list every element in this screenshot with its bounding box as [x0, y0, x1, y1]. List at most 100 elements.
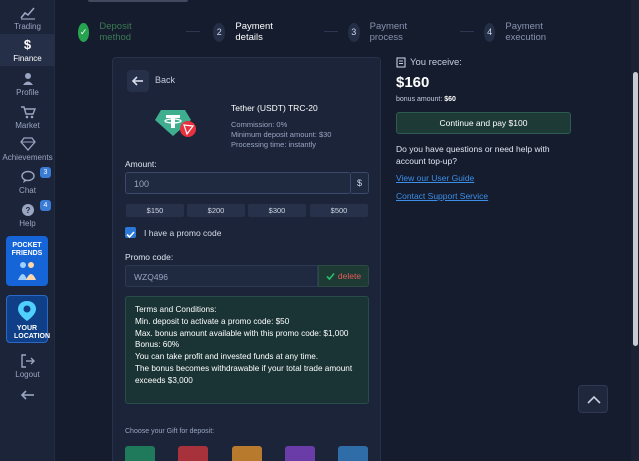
- receive-label: You receive:: [410, 57, 462, 68]
- collapse-sidebar-button[interactable]: [0, 388, 55, 402]
- promo-code-label: Promo code:: [125, 252, 174, 262]
- terms-line: Min. deposit to activate a promo code: $…: [135, 316, 290, 326]
- step-divider: [324, 31, 338, 32]
- sidebar-item-label: Profile: [16, 88, 39, 97]
- step-payment-process: 3 Payment process: [348, 20, 415, 44]
- sidebar-item-label: Chat: [19, 186, 36, 195]
- continue-pay-button[interactable]: Continue and pay $100: [396, 112, 571, 134]
- sidebar-item-label: Logout: [15, 370, 40, 379]
- receive-amount: $160: [396, 74, 430, 91]
- your-location-card[interactable]: YOUR LOCATION: [6, 295, 51, 343]
- svg-text:?: ?: [25, 206, 30, 215]
- logout-icon: [20, 354, 35, 368]
- cart-icon: [20, 106, 36, 119]
- promo-code-checkbox-label[interactable]: I have a promo code: [144, 228, 222, 238]
- quick-amount-500-button[interactable]: $500: [310, 204, 368, 217]
- sidebar-item-label: Trading: [14, 22, 41, 31]
- support-service-link[interactable]: Contact Support Service: [396, 191, 488, 201]
- sidebar-item-chat[interactable]: Chat 3: [0, 167, 55, 196]
- quick-amount-200-button[interactable]: $200: [187, 204, 245, 217]
- terms-line: Max. bonus amount available with this pr…: [135, 328, 349, 338]
- chart-icon: [19, 7, 35, 20]
- check-icon: [326, 272, 335, 280]
- step-payment-execution: 4 Payment execution: [484, 20, 554, 44]
- scrollbar-thumb[interactable]: [633, 72, 638, 346]
- promo-terms-box: Terms and Conditions: Min. deposit to ac…: [125, 296, 369, 404]
- help-badge: 4: [40, 200, 51, 211]
- step-label: Payment details: [235, 21, 273, 43]
- quick-amount-150-button[interactable]: $150: [126, 204, 184, 217]
- sidebar-item-logout[interactable]: Logout: [0, 354, 55, 380]
- step-number: 2: [213, 22, 226, 42]
- scroll-to-top-button[interactable]: [578, 385, 608, 413]
- bonus-amount-line: bonus amount: $60: [396, 96, 456, 103]
- user-icon: [22, 73, 33, 85]
- chat-badge: 3: [40, 167, 51, 178]
- sidebar-item-label: Finance: [13, 54, 42, 63]
- back-button[interactable]: [127, 70, 149, 92]
- payment-method-name: Tether (USDT) TRC-20: [231, 103, 318, 113]
- step-payment-details[interactable]: 2 Payment details: [213, 20, 280, 44]
- pocket-friends-card[interactable]: POCKET FRIENDS: [6, 236, 48, 286]
- payment-method-info: Commission: 0% Minimum deposit amount: $…: [231, 120, 331, 150]
- terms-line: Bonus: 60%: [135, 340, 180, 350]
- step-label: Payment execution: [505, 21, 547, 43]
- step-divider: [460, 31, 474, 32]
- sidebar-item-trading[interactable]: Trading: [0, 4, 55, 32]
- help-icon: ?: [21, 204, 34, 216]
- promo-code-checkbox[interactable]: [125, 227, 136, 239]
- step-label: Deposit method: [99, 21, 132, 43]
- user-guide-link[interactable]: View our User Guide: [396, 173, 474, 183]
- back-label[interactable]: Back: [155, 75, 175, 85]
- terms-line: You can take profit and invested funds a…: [135, 352, 319, 362]
- check-icon: ✓: [78, 22, 90, 42]
- promo-code-input[interactable]: WZQ496: [125, 265, 318, 287]
- your-location-label: YOUR LOCATION: [14, 325, 51, 340]
- arrow-left-icon: [20, 390, 34, 400]
- gift-option[interactable]: [232, 446, 262, 461]
- quick-amount-300-button[interactable]: $300: [248, 204, 306, 217]
- gift-option[interactable]: [178, 446, 208, 461]
- step-deposit-method[interactable]: ✓ Deposit method: [78, 20, 139, 44]
- sidebar-item-profile[interactable]: Profile: [0, 72, 55, 98]
- sidebar-item-market[interactable]: Market: [0, 105, 55, 131]
- tether-trc20-logo-icon: [155, 110, 196, 137]
- sidebar-item-achievements[interactable]: Achievements: [0, 137, 55, 163]
- bonus-amount: $60: [444, 96, 456, 103]
- sidebar-item-finance[interactable]: $ Finance: [0, 34, 55, 66]
- sidebar-item-label: Achievements: [2, 153, 53, 162]
- step-number: 3: [348, 22, 360, 42]
- gift-option[interactable]: [285, 446, 315, 461]
- delete-label: delete: [337, 271, 362, 281]
- friends-illustration-icon: [18, 262, 36, 280]
- page-title-cutoff: [88, 0, 188, 2]
- gift-option[interactable]: [338, 446, 368, 461]
- amount-label: Amount:: [125, 159, 157, 169]
- currency-symbol: $: [351, 172, 369, 194]
- delete-promo-button[interactable]: delete: [318, 265, 369, 287]
- gift-label: Choose your Gift for deposit:: [125, 428, 215, 435]
- amount-input[interactable]: 100: [125, 172, 351, 194]
- terms-line: The bonus becomes withdrawable if your t…: [135, 363, 353, 385]
- help-text: Do you have questions or need help with …: [396, 144, 550, 166]
- sidebar-item-label: Help: [19, 219, 36, 228]
- location-pin-icon: [18, 301, 36, 321]
- terms-heading: Terms and Conditions:: [135, 305, 217, 314]
- receipt-icon: [396, 57, 406, 68]
- sidebar-item-help[interactable]: ? Help 4: [0, 200, 55, 229]
- min-deposit-text: Minimum deposit amount: $30: [231, 130, 332, 139]
- step-label: Payment process: [369, 21, 408, 43]
- pocket-friends-label: POCKET FRIENDS: [11, 242, 43, 257]
- payment-details-panel: Back Tether (USDT) TRC-20 Commission: 0%…: [112, 57, 381, 461]
- gift-option[interactable]: [125, 446, 155, 461]
- dollar-icon: $: [23, 37, 32, 52]
- chevron-up-icon: [587, 395, 601, 404]
- arrow-left-icon: [131, 76, 143, 86]
- processing-time-text: Processing time: instantly: [231, 140, 317, 149]
- sidebar: Trading $ Finance Profile Market Achieve…: [0, 0, 55, 461]
- commission-text: Commission: 0%: [231, 120, 288, 129]
- bonus-prefix: bonus amount:: [396, 96, 445, 103]
- chat-icon: [20, 170, 35, 183]
- check-icon: [126, 231, 135, 239]
- diamond-icon: [19, 137, 36, 151]
